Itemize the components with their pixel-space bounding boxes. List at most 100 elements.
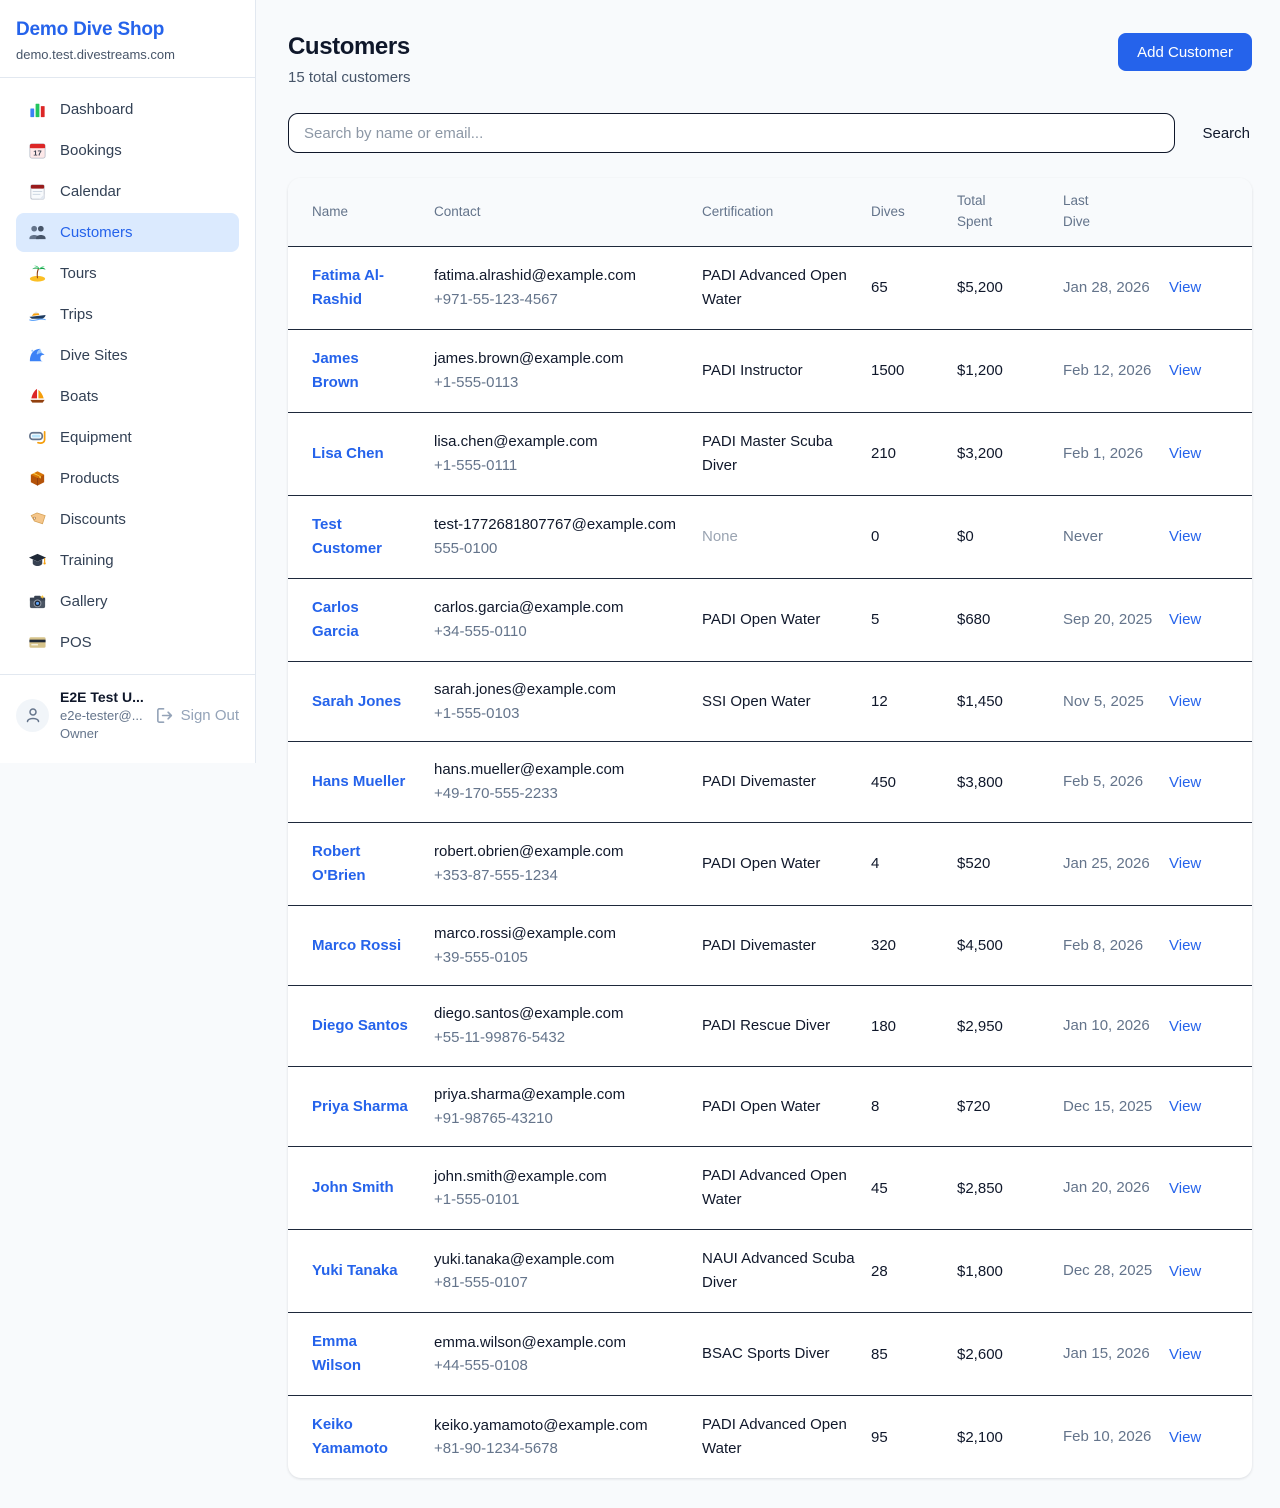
name-cell: Emma Wilson <box>288 1313 434 1396</box>
view-customer-link[interactable]: View <box>1169 1018 1201 1035</box>
certification-cell: PADI Open Water <box>702 822 871 905</box>
column-header: Dives <box>871 178 957 246</box>
contact-cell: hans.mueller@example.com +49-170-555-223… <box>434 742 702 823</box>
sidebar-item-discounts[interactable]: Discounts <box>16 500 239 539</box>
customer-total-spent: $2,100 <box>957 1429 1003 1446</box>
contact-cell: keiko.yamamoto@example.com +81-90-1234-5… <box>434 1396 702 1479</box>
customer-total-spent: $1,450 <box>957 693 1003 710</box>
customer-last-dive: Sep 20, 2025 <box>1063 611 1152 628</box>
customer-dives: 5 <box>871 611 879 628</box>
customers-table-card: NameContactCertificationDivesTotal Spent… <box>288 178 1252 1478</box>
sidebar: Demo Dive Shop demo.test.divestreams.com… <box>0 0 256 763</box>
view-customer-link[interactable]: View <box>1169 937 1201 954</box>
dives-cell: 0 <box>871 495 957 578</box>
sidebar-item-pos[interactable]: POS <box>16 623 239 662</box>
view-customer-link[interactable]: View <box>1169 279 1201 296</box>
column-header <box>1169 178 1252 246</box>
customer-name-link[interactable]: Yuki Tanaka <box>312 1259 398 1283</box>
customer-phone: +34-555-0110 <box>434 621 688 643</box>
table-row: Sarah Jones sarah.jones@example.com +1-5… <box>288 661 1252 742</box>
customer-name-link[interactable]: John Smith <box>312 1176 394 1200</box>
customer-total-spent: $4,500 <box>957 937 1003 954</box>
customer-email: test-1772681807767@example.com <box>434 514 688 536</box>
total-spent-cell: $3,800 <box>957 742 1063 823</box>
customer-name-link[interactable]: James Brown <box>312 347 408 395</box>
sidebar-item-bookings[interactable]: Bookings <box>16 131 239 170</box>
view-customer-link[interactable]: View <box>1169 362 1201 379</box>
view-customer-link[interactable]: View <box>1169 445 1201 462</box>
sidebar-item-calendar[interactable]: Calendar <box>16 172 239 211</box>
view-customer-link[interactable]: View <box>1169 1346 1201 1363</box>
certification-cell: PADI Open Water <box>702 578 871 661</box>
dives-cell: 65 <box>871 246 957 329</box>
add-customer-button[interactable]: Add Customer <box>1118 33 1252 71</box>
sidebar-item-dive-sites[interactable]: Dive Sites <box>16 336 239 375</box>
customer-name-link[interactable]: Lisa Chen <box>312 442 384 466</box>
table-row: Emma Wilson emma.wilson@example.com +44-… <box>288 1313 1252 1396</box>
last-dive-cell: Sep 20, 2025 <box>1063 578 1169 661</box>
dives-cell: 450 <box>871 742 957 823</box>
shop-name: Demo Dive Shop <box>16 19 239 41</box>
sidebar-item-equipment[interactable]: Equipment <box>16 418 239 457</box>
customer-total-spent: $2,850 <box>957 1180 1003 1197</box>
customer-name-link[interactable]: Emma Wilson <box>312 1330 408 1378</box>
view-customer-link[interactable]: View <box>1169 1098 1201 1115</box>
name-cell: Test Customer <box>288 495 434 578</box>
search-button[interactable]: Search <box>1200 125 1252 142</box>
table-row: James Brown james.brown@example.com +1-5… <box>288 329 1252 412</box>
customer-last-dive: Feb 5, 2026 <box>1063 773 1143 790</box>
customer-name-link[interactable]: Marco Rossi <box>312 934 401 958</box>
customer-dives: 85 <box>871 1346 888 1363</box>
customer-total-spent: $3,800 <box>957 774 1003 791</box>
search-input[interactable] <box>288 113 1175 153</box>
sidebar-item-training[interactable]: Training <box>16 541 239 580</box>
sidebar-item-boats[interactable]: Boats <box>16 377 239 416</box>
customer-name-link[interactable]: Robert O'Brien <box>312 840 408 888</box>
certification-cell: BSAC Sports Diver <box>702 1313 871 1396</box>
view-customer-link[interactable]: View <box>1169 1180 1201 1197</box>
certification-cell: PADI Open Water <box>702 1066 871 1147</box>
view-customer-link[interactable]: View <box>1169 693 1201 710</box>
view-customer-link[interactable]: View <box>1169 774 1201 791</box>
table-row: Priya Sharma priya.sharma@example.com +9… <box>288 1066 1252 1147</box>
view-customer-link[interactable]: View <box>1169 855 1201 872</box>
calendar-icon <box>28 182 47 201</box>
sidebar-item-trips[interactable]: Trips <box>16 295 239 334</box>
customer-name-link[interactable]: Test Customer <box>312 513 408 561</box>
customer-dives: 28 <box>871 1263 888 1280</box>
sidebar-item-products[interactable]: Products <box>16 459 239 498</box>
name-cell: Sarah Jones <box>288 661 434 742</box>
view-customer-link[interactable]: View <box>1169 611 1201 628</box>
view-customer-link[interactable]: View <box>1169 528 1201 545</box>
column-header: Certification <box>702 178 871 246</box>
view-customer-link[interactable]: View <box>1169 1263 1201 1280</box>
customer-name-link[interactable]: Diego Santos <box>312 1014 408 1038</box>
sign-out-button[interactable]: Sign Out <box>155 706 239 725</box>
customer-name-link[interactable]: Keiko Yamamoto <box>312 1413 408 1461</box>
customer-total-spent: $3,200 <box>957 445 1003 462</box>
sidebar-item-customers[interactable]: Customers <box>16 213 239 252</box>
customer-name-link[interactable]: Carlos Garcia <box>312 596 408 644</box>
customer-last-dive: Feb 8, 2026 <box>1063 937 1143 954</box>
last-dive-cell: Feb 8, 2026 <box>1063 905 1169 986</box>
certification-cell: PADI Advanced Open Water <box>702 1147 871 1230</box>
certification-cell: SSI Open Water <box>702 661 871 742</box>
name-cell: Diego Santos <box>288 986 434 1067</box>
customer-name-link[interactable]: Fatima Al-Rashid <box>312 264 408 312</box>
customer-name-link[interactable]: Hans Mueller <box>312 770 405 794</box>
sign-out-label: Sign Out <box>181 707 239 724</box>
user-info: E2E Test U... e2e-tester@... Owner <box>60 689 144 741</box>
sidebar-item-tours[interactable]: Tours <box>16 254 239 293</box>
contact-cell: priya.sharma@example.com +91-98765-43210 <box>434 1066 702 1147</box>
action-cell: View <box>1169 495 1252 578</box>
customer-last-dive: Feb 10, 2026 <box>1063 1428 1151 1445</box>
certification-cell: PADI Rescue Diver <box>702 986 871 1067</box>
sidebar-item-dashboard[interactable]: Dashboard <box>16 90 239 129</box>
sidebar-item-gallery[interactable]: Gallery <box>16 582 239 621</box>
customer-name-link[interactable]: Sarah Jones <box>312 690 401 714</box>
last-dive-cell: Nov 5, 2025 <box>1063 661 1169 742</box>
last-dive-cell: Dec 15, 2025 <box>1063 1066 1169 1147</box>
view-customer-link[interactable]: View <box>1169 1429 1201 1446</box>
page-title: Customers <box>288 33 411 61</box>
customer-name-link[interactable]: Priya Sharma <box>312 1095 408 1119</box>
